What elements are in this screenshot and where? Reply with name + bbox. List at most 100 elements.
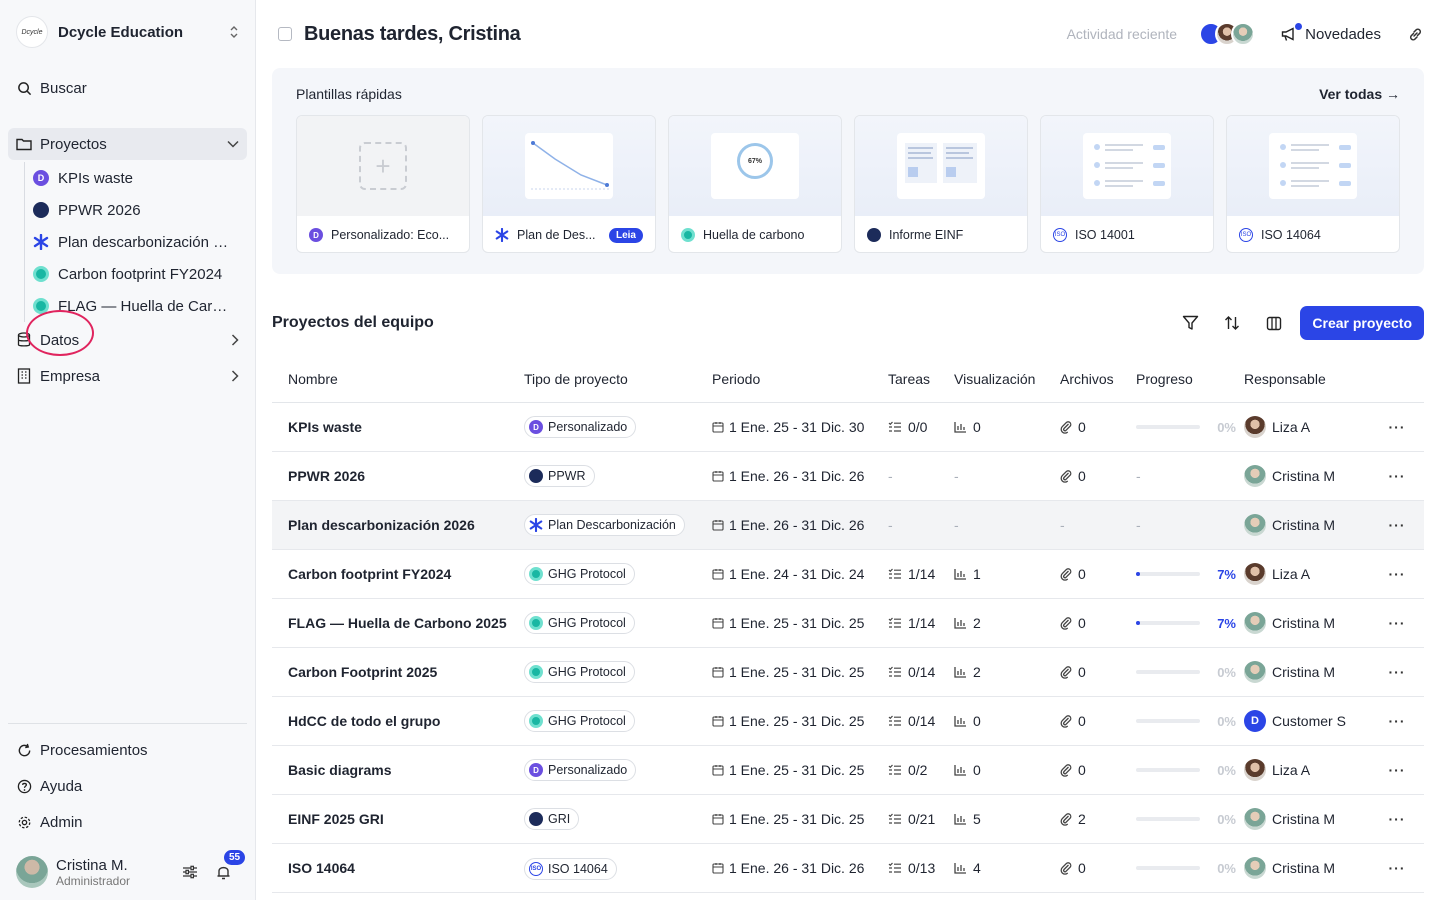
period-text: 1 Ene. 24 - 31 Dic. 24 (729, 566, 865, 582)
more-options-icon[interactable]: ··· (1370, 615, 1424, 631)
more-options-icon[interactable]: ··· (1370, 517, 1424, 533)
nav-ayuda[interactable]: Ayuda (0, 768, 255, 804)
avatar[interactable] (16, 856, 48, 888)
files-count: - (1060, 517, 1065, 533)
tasks-count: 0/14 (908, 713, 936, 729)
nav-admin[interactable]: Admin (0, 804, 255, 840)
column-header[interactable]: Tareas (888, 371, 954, 387)
nav-projects-label: Proyectos (40, 135, 107, 153)
nav-procesamientos[interactable]: Procesamientos (0, 732, 255, 768)
owner-name: Cristina M (1272, 517, 1336, 533)
template-card[interactable]: 67% Huella de carbono (668, 115, 842, 253)
project-name[interactable]: Carbon footprint FY2024 (272, 566, 524, 582)
more-options-icon[interactable]: ··· (1370, 860, 1424, 876)
template-card[interactable]: ISO ISO 14064 (1226, 115, 1400, 253)
nav-projects[interactable]: Proyectos (8, 128, 247, 160)
dcycle-icon: D (33, 170, 49, 186)
see-all-link[interactable]: Ver todas → (1319, 86, 1400, 102)
table-row[interactable]: Carbon footprint FY2024 GHG Protocol 1 Ene… (272, 550, 1424, 599)
column-header[interactable]: Periodo (712, 371, 888, 387)
link-icon[interactable] (1407, 26, 1424, 43)
column-header[interactable]: Archivos (1060, 371, 1136, 387)
chevron-right-icon[interactable] (231, 334, 239, 346)
chevron-right-icon[interactable] (231, 370, 239, 382)
globe-icon (529, 812, 543, 826)
chevron-updown-icon[interactable] (229, 25, 239, 39)
template-preview: 67% (669, 116, 841, 216)
column-header[interactable]: Visualización (954, 371, 1060, 387)
files-count: 0 (1078, 468, 1086, 484)
project-name[interactable]: EINF 2025 GRI (272, 811, 524, 827)
project-name[interactable]: KPIs waste (272, 419, 524, 435)
sidebar-item-plan-descarbonizacion[interactable]: Plan descarbonización 2026 (33, 226, 255, 258)
recent-activity-link[interactable]: Actividad reciente (1067, 26, 1178, 42)
project-name[interactable]: Carbon Footprint 2025 (272, 664, 524, 680)
template-card[interactable]: ISO ISO 14001 (1040, 115, 1214, 253)
paperclip-icon (1060, 763, 1072, 777)
more-options-icon[interactable]: ··· (1370, 713, 1424, 729)
table-row[interactable]: Carbon Footprint 2025 GHG Protocol 1 Ene. … (272, 648, 1424, 697)
sidebar-toggle-icon[interactable] (278, 27, 292, 41)
template-card[interactable]: + D Personalizado: Eco... (296, 115, 470, 253)
column-header[interactable]: Tipo de proyecto (524, 371, 712, 387)
visualizations-count: 4 (973, 860, 981, 876)
table-row[interactable]: FLAG — Huella de Carbono 2025 GHG Protoco… (272, 599, 1424, 648)
nav-search[interactable]: Buscar (0, 72, 255, 104)
more-options-icon[interactable]: ··· (1370, 566, 1424, 582)
sort-icon[interactable] (1222, 313, 1242, 333)
files-count: 0 (1078, 419, 1086, 435)
progress-fill (1136, 572, 1141, 576)
template-card[interactable]: Informe EINF (854, 115, 1028, 253)
table-row[interactable]: Plan descarbonización 2026 Plan Descarbon… (272, 501, 1424, 550)
table-row[interactable]: HdCC de todo el grupo GHG Protocol 1 Ene. … (272, 697, 1424, 746)
avatar (1244, 808, 1266, 830)
tasks-count: 0/14 (908, 664, 936, 680)
visualizations-count: 0 (973, 713, 981, 729)
project-name[interactable]: FLAG — Huella de Carbono 2025 (272, 615, 524, 631)
columns-icon[interactable] (1264, 313, 1284, 333)
more-options-icon[interactable]: ··· (1370, 762, 1424, 778)
sidebar-item-ppwr[interactable]: PPWR 2026 (33, 194, 255, 226)
project-type-label: ISO 14064 (548, 861, 608, 876)
owner-name: Customer S (1272, 713, 1346, 729)
sidebar-item-label: FLAG — Huella de Carbono 2025 (58, 297, 230, 315)
org-switcher[interactable]: Dcycle Dcycle Education (0, 0, 255, 64)
list-thumbnail (1083, 133, 1171, 199)
create-project-button[interactable]: Crear proyecto (1300, 306, 1424, 340)
tasks-count: 1/14 (908, 615, 936, 631)
project-name[interactable]: HdCC de todo el grupo (272, 713, 524, 729)
more-options-icon[interactable]: ··· (1370, 468, 1424, 484)
table-row[interactable]: KPIs waste D Personalizado 1 Ene. 25 - 31 D… (272, 403, 1424, 452)
project-name[interactable]: Basic diagrams (272, 762, 524, 778)
column-header[interactable]: Nombre (272, 371, 524, 387)
project-name[interactable]: PPWR 2026 (272, 468, 524, 484)
sliders-icon[interactable] (182, 865, 198, 879)
gear-icon (16, 814, 32, 830)
project-name[interactable]: Plan descarbonización 2026 (272, 517, 524, 533)
news-button[interactable]: Novedades (1281, 22, 1381, 43)
bell-icon[interactable]: 55 (216, 850, 246, 880)
project-name[interactable]: ISO 14064 (272, 860, 524, 876)
more-options-icon[interactable]: ··· (1370, 811, 1424, 827)
template-card[interactable]: Plan de Des... Leia (482, 115, 656, 253)
sidebar-item-kpis-waste[interactable]: D KPIs waste (33, 162, 255, 194)
column-header[interactable]: Responsable (1244, 371, 1370, 387)
owner-name: Liza A (1272, 762, 1311, 778)
more-options-icon[interactable]: ··· (1370, 419, 1424, 435)
user-profile[interactable]: Cristina M. Administrador 55 (0, 844, 255, 900)
more-options-icon[interactable]: ··· (1370, 664, 1424, 680)
megaphone-icon (1281, 26, 1297, 42)
column-header[interactable]: Progreso (1136, 371, 1244, 387)
nav-empresa[interactable]: Empresa (0, 360, 255, 392)
recent-avatars[interactable] (1199, 22, 1256, 46)
chevron-down-icon[interactable] (227, 140, 239, 148)
filter-icon[interactable] (1180, 313, 1200, 333)
table-row[interactable]: Basic diagrams D Personalizado 1 Ene. 25 - … (272, 746, 1424, 795)
folder-icon (16, 136, 32, 152)
sidebar-item-carbon-footprint-fy2024[interactable]: Carbon footprint FY2024 (33, 258, 255, 290)
gauge-thumbnail: 67% (711, 133, 799, 199)
table-row[interactable]: ISO 14064 ISO ISO 14064 1 Ene. 26 - 31 Dic.… (272, 844, 1424, 893)
table-row[interactable]: PPWR 2026 PPWR 1 Ene. 26 - 31 Dic. 26 - - 0 - C… (272, 452, 1424, 501)
document-thumbnail (897, 133, 985, 199)
table-row[interactable]: EINF 2025 GRI GRI 1 Ene. 25 - 31 Dic. 25 0/… (272, 795, 1424, 844)
